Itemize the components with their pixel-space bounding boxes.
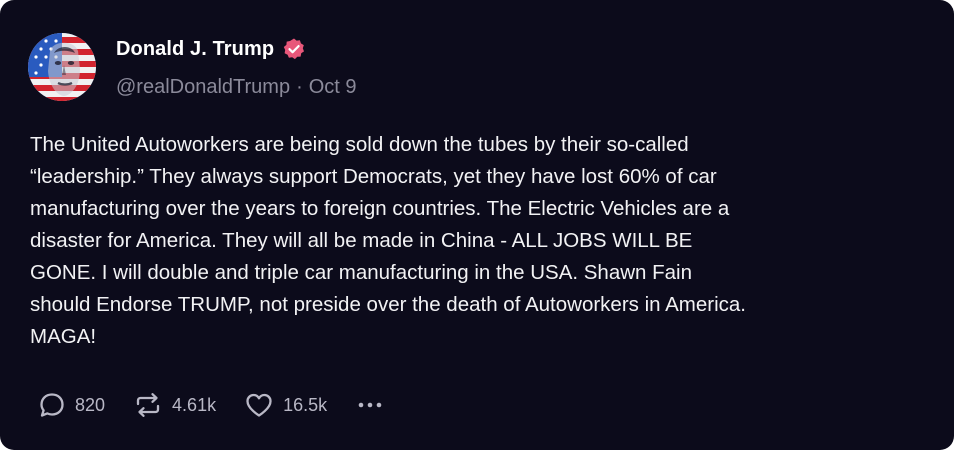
post-card: Donald J. Trump @realDonaldTrump · Oct 9…	[0, 0, 954, 450]
author-meta-row: @realDonaldTrump · Oct 9	[116, 73, 357, 101]
repost-icon	[133, 391, 163, 419]
like-count: 16.5k	[283, 394, 328, 415]
author-display-name[interactable]: Donald J. Trump	[116, 35, 274, 63]
post-body-text: The United Autoworkers are being sold do…	[30, 133, 746, 348]
author-avatar[interactable]	[28, 33, 96, 101]
repost-button[interactable]: 4.61k	[133, 391, 216, 419]
more-dots-icon	[355, 391, 385, 419]
meta-separator: ·	[296, 76, 303, 98]
reply-count: 820	[75, 394, 106, 415]
verified-badge-icon	[282, 37, 306, 61]
repost-count: 4.61k	[172, 394, 217, 415]
reply-button[interactable]: 820	[38, 391, 105, 419]
heart-icon	[244, 391, 274, 419]
like-button[interactable]: 16.5k	[244, 391, 327, 419]
post-date[interactable]: Oct 9	[309, 73, 357, 101]
avatar-flag-portrait-icon	[28, 33, 96, 101]
more-options-button[interactable]	[355, 391, 385, 419]
author-name-row: Donald J. Trump	[116, 35, 306, 63]
post-actions-bar: 820 4.61k 16.5k	[38, 388, 385, 422]
reply-bubble-icon	[38, 391, 66, 419]
author-handle[interactable]: @realDonaldTrump	[116, 73, 290, 101]
